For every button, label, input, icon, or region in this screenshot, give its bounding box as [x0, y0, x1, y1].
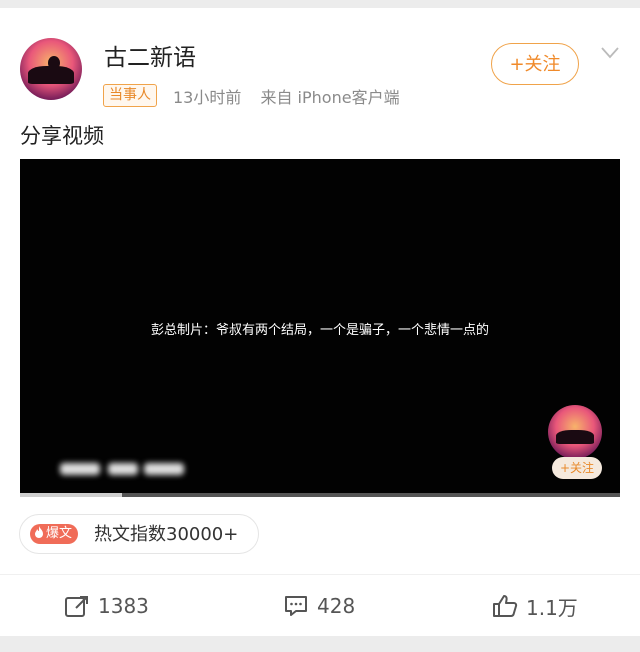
- like-count: 1.1万: [526, 595, 578, 620]
- repost-count: 1383: [98, 594, 149, 618]
- chevron-down-icon[interactable]: [600, 46, 620, 60]
- like-icon: [493, 595, 518, 617]
- user-avatar[interactable]: [20, 38, 82, 100]
- post-time: 13小时前: [173, 88, 242, 107]
- follow-button[interactable]: +关注: [491, 43, 579, 85]
- actions-divider: [0, 574, 640, 575]
- video-follow-button[interactable]: +关注: [552, 457, 602, 479]
- post-text: 分享视频: [20, 124, 104, 148]
- user-tag-badge: 当事人: [103, 84, 157, 107]
- hot-index-label: 热文指数30000+: [94, 524, 239, 545]
- repost-button[interactable]: 1383: [64, 592, 149, 620]
- post-meta: 13小时前 来自 iPhone客户端: [173, 84, 414, 108]
- weibo-post-card: 古二新语 当事人 13小时前 来自 iPhone客户端 +关注 分享视频 彭总制…: [0, 8, 640, 644]
- fire-icon: [35, 526, 43, 538]
- post-source: 来自 iPhone客户端: [260, 88, 400, 107]
- video-player[interactable]: 彭总制片：爷叔有两个结局，一个是骗子，一个悲情一点的 +关注: [20, 159, 620, 497]
- bottom-gap: [0, 636, 640, 652]
- comment-count: 428: [317, 594, 356, 618]
- comment-button[interactable]: 428: [283, 592, 355, 620]
- video-caption: 彭总制片：爷叔有两个结局，一个是骗子，一个悲情一点的: [150, 323, 489, 338]
- video-progress-fill: [20, 493, 122, 497]
- username[interactable]: 古二新语: [104, 38, 196, 72]
- comment-icon: [285, 596, 307, 616]
- blurred-watermark: [60, 459, 190, 479]
- hot-badge: 爆文: [30, 524, 79, 544]
- hot-index-chip[interactable]: 爆文 热文指数30000+: [19, 514, 259, 554]
- repost-icon: [65, 596, 88, 617]
- hot-badge-label: 爆文: [46, 526, 73, 541]
- video-progress-bar[interactable]: [20, 493, 620, 497]
- like-button[interactable]: 1.1万: [492, 592, 578, 620]
- video-author-avatar[interactable]: [548, 405, 602, 459]
